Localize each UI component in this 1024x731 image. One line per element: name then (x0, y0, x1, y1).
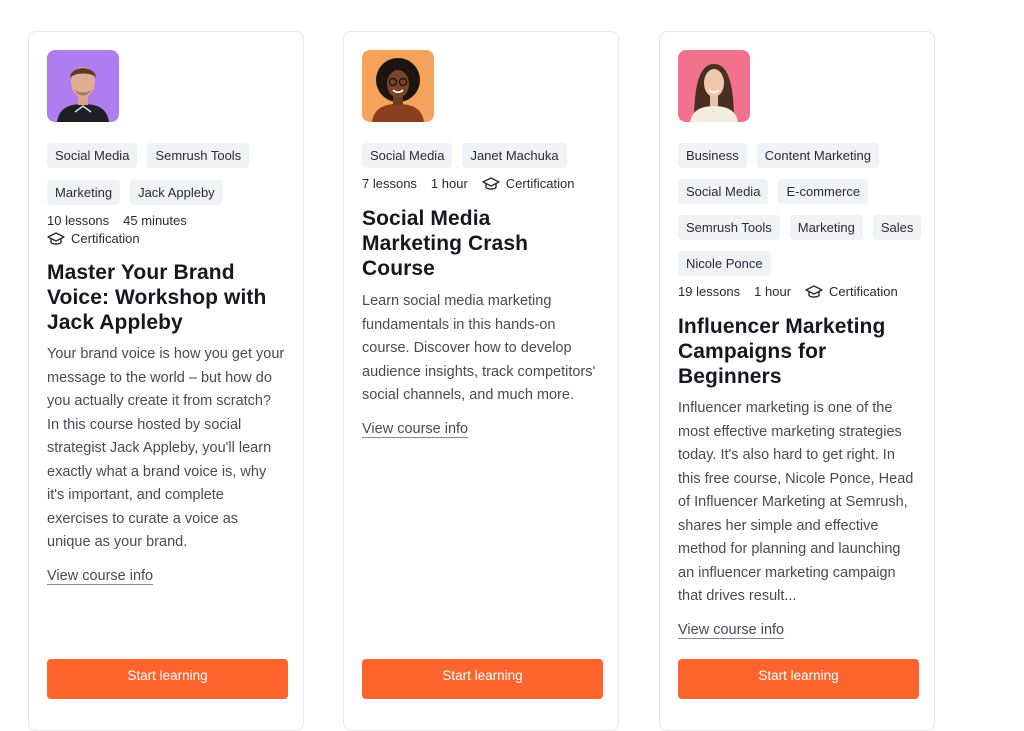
certification-badge: Certification (47, 231, 297, 246)
course-meta: 7 lessons 1 hour Certification (362, 176, 612, 191)
duration: 1 hour (754, 284, 792, 299)
tag-list: Business Content Marketing Social Media … (678, 143, 928, 276)
instructor-avatar (47, 50, 119, 122)
lessons-count: 7 lessons (362, 176, 417, 191)
lessons-count: 10 lessons (47, 213, 110, 228)
tag[interactable]: Sales (872, 215, 922, 240)
tag[interactable]: E-commerce (778, 179, 869, 204)
course-description: Your brand voice is how you get your mes… (47, 346, 285, 550)
duration: 1 hour (430, 176, 468, 191)
certification-label: Certification (505, 176, 575, 191)
view-course-info-link[interactable]: View course info (678, 622, 784, 638)
course-title: Master Your Brand Voice: Workshop with J… (47, 261, 267, 334)
tag[interactable]: Content Marketing (756, 143, 879, 168)
instructor-avatar (678, 50, 750, 122)
tag[interactable]: Nicole Ponce (678, 251, 771, 276)
tag[interactable]: Business (678, 143, 747, 168)
course-card: Social Media Janet Machuka 7 lessons 1 h… (343, 31, 619, 731)
start-learning-button[interactable]: Start learning (47, 659, 288, 699)
tag[interactable]: Semrush Tools (147, 143, 250, 168)
tag[interactable]: Social Media (362, 143, 453, 168)
tag-list: Social Media Semrush Tools Marketing Jac… (47, 143, 297, 205)
course-description: Influencer marketing is one of the most … (678, 400, 914, 604)
duration: 45 minutes (123, 213, 187, 228)
tag[interactable]: Semrush Tools (678, 215, 780, 240)
graduation-cap-icon (482, 176, 500, 190)
course-meta: 19 lessons 1 hour Certification (678, 284, 928, 299)
lessons-count: 19 lessons (678, 284, 741, 299)
certification-badge: Certification (805, 284, 898, 299)
graduation-cap-icon (47, 231, 65, 245)
course-title: Social Media Marketing Crash Course (362, 207, 529, 280)
course-description: Learn social media marketing fundamental… (362, 293, 596, 403)
tag[interactable]: Marketing (789, 215, 863, 240)
tag[interactable]: Janet Machuka (462, 143, 567, 168)
start-learning-button[interactable]: Start learning (678, 659, 919, 699)
certification-label: Certification (71, 231, 140, 246)
view-course-info-link[interactable]: View course info (362, 421, 468, 437)
tag[interactable]: Marketing (47, 180, 121, 205)
course-card: Social Media Semrush Tools Marketing Jac… (28, 31, 304, 731)
instructor-avatar (362, 50, 434, 122)
course-title: Influencer Marketing Campaigns for Begin… (678, 315, 886, 388)
start-learning-button[interactable]: Start learning (362, 659, 603, 699)
tag[interactable]: Jack Appleby (130, 180, 223, 205)
certification-badge: Certification (482, 176, 575, 191)
course-meta: 10 lessons 45 minutes Certification (47, 213, 297, 246)
certification-label: Certification (829, 284, 898, 299)
view-course-info-link[interactable]: View course info (47, 568, 153, 584)
tag[interactable]: Social Media (47, 143, 138, 168)
tag-list: Social Media Janet Machuka (362, 143, 612, 168)
graduation-cap-icon (805, 284, 823, 298)
tag[interactable]: Social Media (678, 179, 769, 204)
course-card: Business Content Marketing Social Media … (659, 31, 935, 731)
